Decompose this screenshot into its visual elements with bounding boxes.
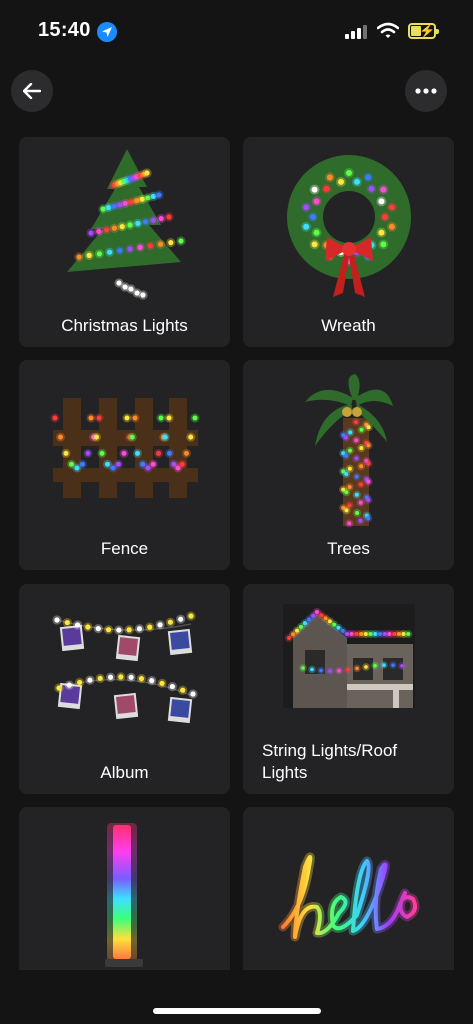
- photo-string-lights-icon: [52, 611, 198, 724]
- back-button[interactable]: [11, 70, 53, 112]
- category-label: Album: [100, 763, 149, 782]
- category-label: Trees: [327, 539, 370, 558]
- battery-charging-icon: ⚡: [408, 23, 439, 39]
- cellular-signal-icon: [345, 25, 367, 39]
- category-card-christmas-lights[interactable]: Christmas Lights: [19, 137, 230, 347]
- category-label: Christmas Lights: [61, 316, 188, 335]
- arrow-left-icon: [23, 83, 41, 99]
- category-label: Wreath: [321, 316, 376, 335]
- christmas-tree-lights-icon: [67, 149, 186, 300]
- status-time: 15:40: [38, 19, 91, 41]
- category-card-wreath[interactable]: Wreath: [243, 137, 454, 347]
- neon-hello-sign-icon: [278, 852, 420, 942]
- status-bar: 15:40 ⚡: [0, 0, 473, 60]
- ellipsis-icon: [415, 88, 437, 94]
- category-card-album[interactable]: Album: [19, 584, 230, 794]
- palm-tree-lights-icon: [305, 374, 393, 528]
- more-options-button[interactable]: [405, 70, 447, 112]
- light-bar-icon: [105, 823, 143, 967]
- category-card-trees[interactable]: Trees: [243, 360, 454, 570]
- fence-lights-icon: [50, 398, 200, 498]
- category-card-neon-sign[interactable]: [243, 807, 454, 970]
- category-card-fence[interactable]: Fence: [19, 360, 230, 570]
- wifi-icon: [376, 22, 400, 45]
- roof-lights-icon: [283, 604, 415, 708]
- category-label: Fence: [100, 539, 149, 558]
- category-card-string-roof-lights[interactable]: String Lights/Roof Lights: [243, 584, 454, 794]
- wreath-lights-icon: [287, 155, 411, 297]
- category-label: String Lights/Roof Lights: [262, 741, 398, 782]
- home-indicator[interactable]: [153, 1008, 321, 1014]
- category-grid: Christmas Lights Wreath Fence Trees Albu…: [19, 137, 454, 970]
- location-arrow-icon: [97, 22, 117, 42]
- category-card-light-bar[interactable]: [19, 807, 230, 970]
